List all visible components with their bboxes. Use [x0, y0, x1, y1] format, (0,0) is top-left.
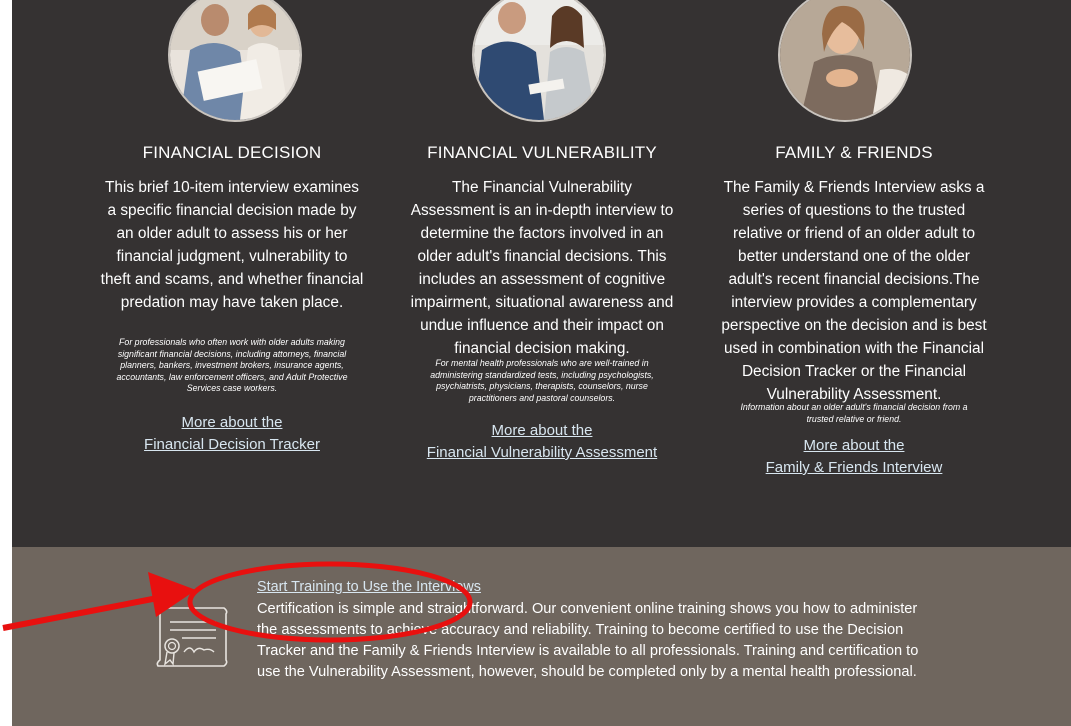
card-title: FAMILY & FRIENDS: [775, 143, 933, 162]
more-about-link-line1[interactable]: More about the: [410, 420, 674, 442]
photo-financial-vulnerability: [472, 0, 606, 122]
more-about-link-line1[interactable]: More about the: [718, 435, 990, 457]
card-financial-vulnerability: FINANCIAL VULNERABILITY The Financial Vu…: [410, 0, 674, 547]
more-about-link-line2[interactable]: Financial Decision Tracker: [100, 434, 364, 456]
card-title: FINANCIAL VULNERABILITY: [427, 143, 657, 162]
card-link[interactable]: More about the Financial Vulnerability A…: [410, 420, 674, 464]
card-audience: Information about an older adult's finan…: [740, 402, 968, 424]
more-about-link-line2[interactable]: Financial Vulnerability Assessment: [410, 442, 674, 464]
card-title: FINANCIAL DECISION: [142, 143, 322, 162]
more-about-link-line2[interactable]: Family & Friends Interview: [718, 457, 990, 479]
card-description: The Financial Vulnerability Assessment i…: [410, 179, 674, 357]
more-about-link-line1[interactable]: More about the: [100, 412, 364, 434]
photo-financial-decision: [168, 0, 302, 122]
card-description: The Family & Friends Interview asks a se…: [721, 179, 987, 403]
photo-family-friends: [778, 0, 912, 122]
card-financial-decision: FINANCIAL DECISION This brief 10-item in…: [100, 0, 364, 547]
card-audience: For mental health professionals who are …: [430, 358, 654, 403]
card-family-friends: FAMILY & FRIENDS The Family & Friends In…: [718, 0, 990, 547]
card-link[interactable]: More about the Financial Decision Tracke…: [100, 412, 364, 456]
training-description: Certification is simple and straightforw…: [257, 601, 919, 680]
start-training-link[interactable]: Start Training to Use the Interviews: [257, 579, 481, 595]
card-description: This brief 10-item interview examines a …: [100, 179, 364, 311]
card-link[interactable]: More about the Family & Friends Intervie…: [718, 435, 990, 479]
card-audience: For professionals who often work with ol…: [116, 337, 348, 393]
certificate-icon: [152, 606, 234, 673]
